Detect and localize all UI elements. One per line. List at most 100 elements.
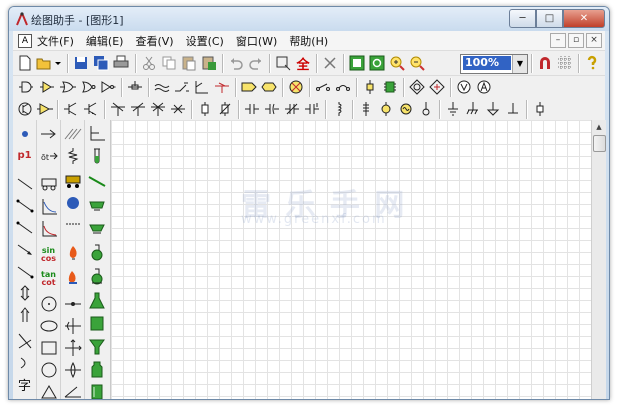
bridge-tool[interactable]: [428, 78, 446, 96]
redo-button[interactable]: [247, 54, 265, 72]
fuse-tool[interactable]: [531, 100, 549, 118]
arrow-right-tool[interactable]: [38, 123, 59, 144]
menu-window[interactable]: 窗口(W): [236, 33, 277, 49]
lens-tool[interactable]: [62, 359, 83, 380]
scroll-up-icon[interactable]: ▲: [593, 121, 605, 133]
var-cap-tool[interactable]: [283, 100, 301, 118]
grid-snap-button[interactable]: [348, 54, 366, 72]
evaporating-dish-tool[interactable]: [86, 217, 107, 238]
resistor-tool[interactable]: [196, 100, 214, 118]
circle-tool[interactable]: [38, 359, 59, 380]
flask-flat-tool[interactable]: [86, 266, 107, 287]
labeled-point-tool[interactable]: p1: [14, 145, 35, 166]
axes-tool[interactable]: [86, 123, 107, 144]
sin-cos-tool[interactable]: sin cos: [38, 244, 59, 265]
test-tube-tool[interactable]: [86, 145, 107, 166]
ray-tool[interactable]: [14, 216, 35, 237]
ammeter-tool[interactable]: [475, 78, 493, 96]
save-all-button[interactable]: [92, 54, 110, 72]
spring-tool[interactable]: [62, 145, 83, 166]
lamp-tool[interactable]: [377, 100, 395, 118]
buffer-tool[interactable]: [36, 100, 54, 118]
wave-tool[interactable]: [153, 78, 171, 96]
arc-tool[interactable]: [14, 352, 35, 373]
up-arrow-tool[interactable]: [14, 304, 35, 325]
refresh-button[interactable]: [368, 54, 386, 72]
ground-tool[interactable]: [444, 100, 462, 118]
chassis-ground-tool[interactable]: [464, 100, 482, 118]
crucible-tool[interactable]: [86, 194, 107, 215]
grid-toggle-button[interactable]: [556, 54, 574, 72]
conical-flask-tool[interactable]: [86, 290, 107, 311]
junction-tool[interactable]: [126, 78, 144, 96]
ac-source-tool[interactable]: [397, 100, 415, 118]
menu-view[interactable]: 查看(V): [135, 33, 173, 49]
chevron-down-icon[interactable]: ▼: [512, 55, 527, 73]
text-tool[interactable]: 字: [14, 374, 35, 395]
print-button[interactable]: [112, 54, 130, 72]
not-gate-tool[interactable]: [99, 78, 117, 96]
coordinate-tool[interactable]: [62, 337, 83, 358]
fet-dual-tool[interactable]: [149, 100, 167, 118]
hatch-tool[interactable]: [62, 123, 83, 144]
cart-tool[interactable]: [38, 172, 59, 193]
relay-tool[interactable]: [193, 78, 211, 96]
drawing-canvas[interactable]: 雷 乐 手 网 www.greenxf.com: [111, 120, 591, 399]
process-shape-tool[interactable]: [240, 78, 258, 96]
rectangle-tool[interactable]: [38, 337, 59, 358]
mdi-close-button[interactable]: ×: [586, 33, 602, 48]
zoom-in-button[interactable]: [388, 54, 406, 72]
new-file-button[interactable]: [16, 54, 34, 72]
function-graph-tool[interactable]: [38, 196, 59, 217]
burner-tool[interactable]: [62, 266, 83, 287]
select-button[interactable]: [274, 54, 292, 72]
mdi-restore-button[interactable]: ▫: [568, 33, 584, 48]
vertical-scrollbar[interactable]: ▲: [591, 120, 606, 399]
angle-tool[interactable]: [14, 330, 35, 351]
zoom-out-button[interactable]: [408, 54, 426, 72]
open-file-button[interactable]: [35, 54, 53, 72]
close-button[interactable]: ✕: [563, 9, 605, 28]
signal-ground-tool[interactable]: [484, 100, 502, 118]
open-dropdown-button[interactable]: [53, 54, 63, 72]
switch-closed-tool[interactable]: [334, 78, 352, 96]
menu-edit[interactable]: 编辑(E): [86, 33, 124, 49]
cylinder-tool[interactable]: [86, 381, 107, 399]
triangle-tool[interactable]: [38, 381, 59, 399]
switch-tool[interactable]: [173, 78, 191, 96]
scroll-thumb[interactable]: [593, 135, 606, 152]
curve-graph-tool[interactable]: [38, 218, 59, 239]
contact-tool[interactable]: [213, 78, 231, 96]
crystal-tool[interactable]: [361, 78, 379, 96]
point-tool[interactable]: [14, 123, 35, 144]
flask-round-tool[interactable]: [86, 242, 107, 263]
undo-button[interactable]: [227, 54, 245, 72]
trolley-tool[interactable]: [62, 170, 83, 191]
title-bar[interactable]: 绘图助手 - [图形1] ─ □ ✕: [9, 7, 609, 31]
cross-axis-tool[interactable]: [62, 315, 83, 336]
fet-n-tool[interactable]: [109, 100, 127, 118]
diamond-tool[interactable]: [408, 78, 426, 96]
transistor-tool[interactable]: [16, 100, 34, 118]
inductor-tool[interactable]: [330, 100, 348, 118]
line-tool[interactable]: [14, 172, 35, 193]
maximize-button[interactable]: □: [536, 9, 563, 28]
pendulum-tool[interactable]: [62, 218, 83, 239]
vector-tool[interactable]: [14, 238, 35, 259]
rod-tool[interactable]: [86, 170, 107, 191]
menu-file[interactable]: 文件(F): [37, 33, 74, 49]
funnel-tool[interactable]: [86, 336, 107, 357]
save-button[interactable]: [72, 54, 90, 72]
cross-circle-tool[interactable]: [287, 78, 305, 96]
paste-special-button[interactable]: [200, 54, 218, 72]
nor-gate-tool[interactable]: [79, 78, 97, 96]
copy-button[interactable]: [160, 54, 178, 72]
menu-help[interactable]: 帮助(H): [289, 33, 328, 49]
document-icon[interactable]: A: [18, 34, 32, 48]
beaker-tool[interactable]: [86, 313, 107, 334]
chip-tool[interactable]: [381, 78, 399, 96]
menu-settings[interactable]: 设置(C): [186, 33, 224, 49]
capacitor-tool[interactable]: [243, 100, 261, 118]
pulley-tool[interactable]: [62, 293, 83, 314]
npn-tool[interactable]: [62, 100, 80, 118]
